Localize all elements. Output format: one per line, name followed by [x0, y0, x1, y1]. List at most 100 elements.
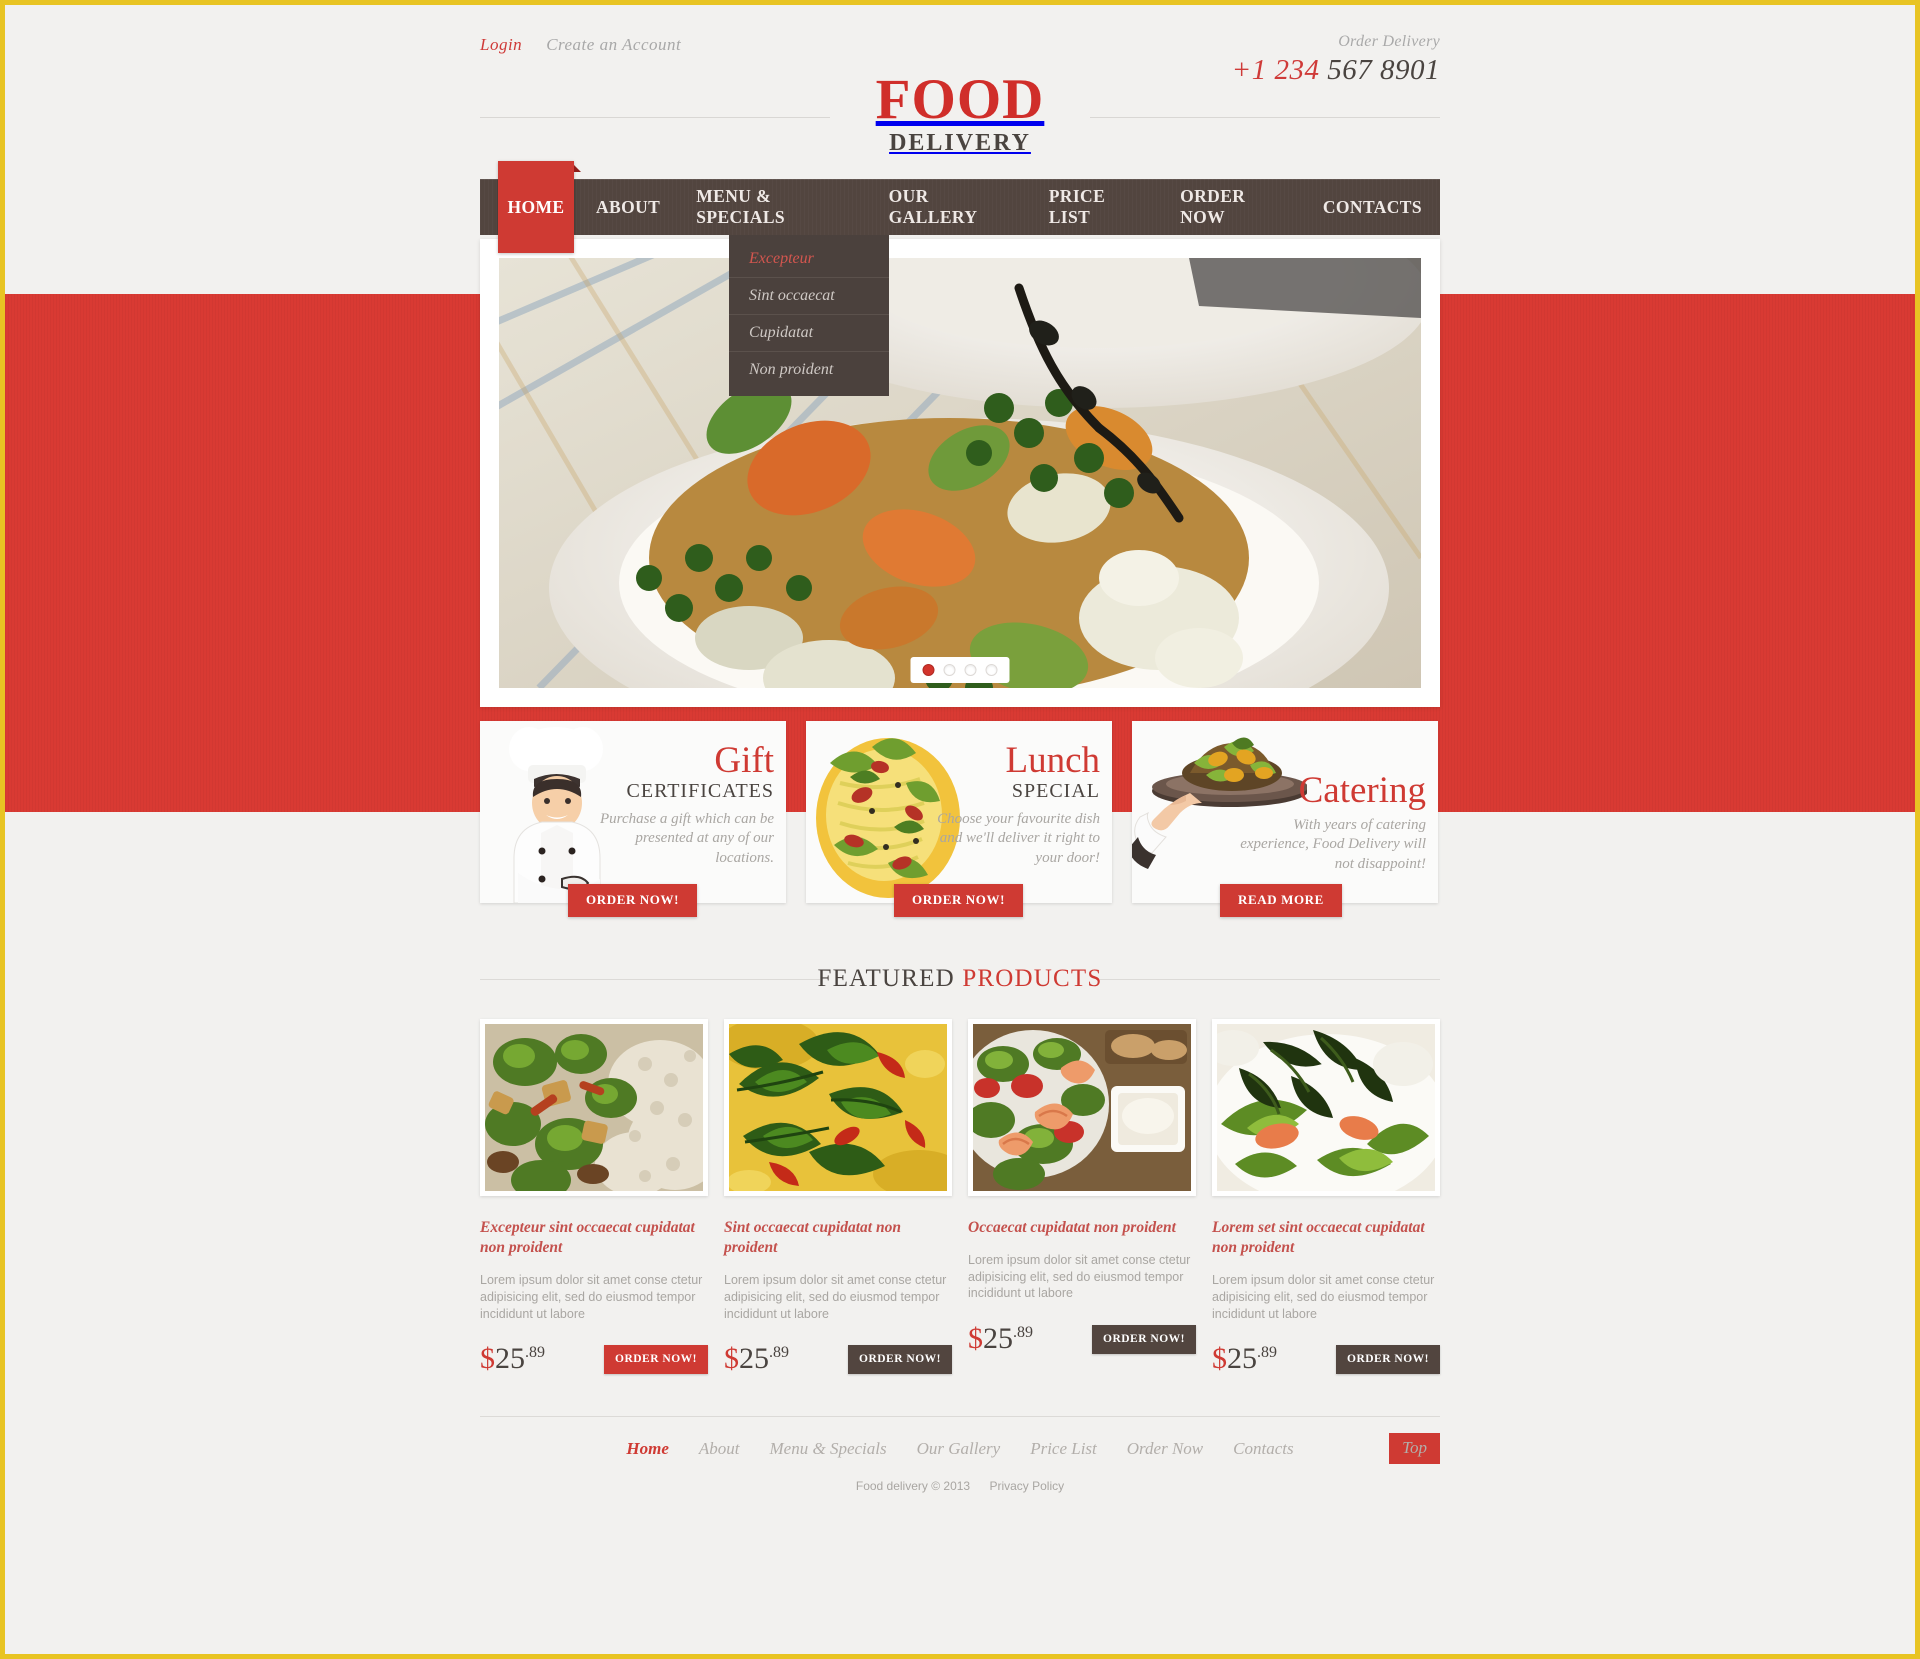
footer-link-order-now[interactable]: Order Now — [1127, 1439, 1203, 1459]
product-desc-1: Lorem ipsum dolor sit amet conse ctetur … — [480, 1273, 703, 1321]
site-logo[interactable]: FOOD DELIVERY — [862, 68, 1059, 156]
footer-copyright-row: Food delivery © 2013 Privacy Policy — [480, 1479, 1440, 1493]
product-card-4: Lorem set sint occaecat cupidatat non pr… — [1212, 1019, 1440, 1374]
product-card-3: Occaecat cupidatat non proident Lorem ip… — [968, 1019, 1196, 1374]
featured-products-grid: Excepteur sint occaecat cupidatat non pr… — [480, 1019, 1440, 1374]
product-desc-2: Lorem ipsum dolor sit amet conse ctetur … — [724, 1273, 947, 1321]
price-whole-3: 25 — [983, 1322, 1013, 1356]
product-thumb-1[interactable] — [480, 1019, 708, 1196]
product-desc-4: Lorem ipsum dolor sit amet conse ctetur … — [1212, 1273, 1435, 1321]
page-root: Login Create an Account Order Delivery +… — [5, 5, 1915, 1654]
promo-catering-button[interactable]: READ MORE — [1220, 884, 1342, 917]
product-footer-1: $25.89 ORDER NOW! — [480, 1344, 708, 1374]
slider-pagination[interactable] — [910, 657, 1010, 683]
product-order-button-2[interactable]: ORDER NOW! — [848, 1344, 952, 1374]
footer-link-home[interactable]: Home — [626, 1439, 669, 1459]
slider-image — [499, 258, 1421, 688]
logo-main-text: FOOD — [875, 68, 1045, 132]
dropdown-item-non-proident[interactable]: Non proident — [729, 352, 889, 388]
copyright-text: Food delivery © 2013 — [855, 1479, 971, 1494]
promo-boxes: Gift CERTIFICATES Purchase a gift which … — [480, 721, 1440, 917]
product-title-2[interactable]: Sint occaecat cupidatat non proident — [724, 1218, 952, 1258]
dropdown-item-sint-occaecat[interactable]: Sint occaecat — [729, 278, 889, 315]
create-account-link[interactable]: Create an Account — [546, 35, 681, 55]
product-thumb-3[interactable] — [968, 1019, 1196, 1196]
product-title-1[interactable]: Excepteur sint occaecat cupidatat non pr… — [480, 1218, 708, 1258]
promo-lunch-special: Lunch SPECIAL Choose your favourite dish… — [806, 721, 1112, 917]
product-order-button-4[interactable]: ORDER NOW! — [1336, 1344, 1440, 1374]
privacy-policy-link[interactable]: Privacy Policy — [989, 1479, 1064, 1493]
slider-dot-2[interactable] — [943, 664, 956, 676]
login-link[interactable]: Login — [480, 35, 522, 55]
promo-gift-desc: Purchase a gift which can be presented a… — [600, 811, 774, 866]
product-price-3: $25.89 — [968, 1324, 1033, 1354]
nav-bar: ABOUT MENU & SPECIALS OUR GALLERY PRICE … — [480, 179, 1440, 235]
greens-chili-image — [729, 1024, 947, 1191]
footer-link-contacts[interactable]: Contacts — [1233, 1439, 1293, 1459]
promo-gift-title: Gift — [714, 740, 774, 781]
product-card-1: Excepteur sint occaecat cupidatat non pr… — [480, 1019, 708, 1374]
product-card-2: Sint occaecat cupidatat non proident Lor… — [724, 1019, 952, 1374]
price-currency-3: $ — [968, 1322, 983, 1356]
nav-item-menu-specials[interactable]: MENU & SPECIALS — [678, 179, 870, 235]
product-order-button-3[interactable]: ORDER NOW! — [1092, 1324, 1196, 1354]
back-to-top-button[interactable]: Top — [1389, 1433, 1440, 1465]
promo-gift-subtitle: CERTIFICATES — [626, 780, 774, 803]
shrimp-salad-image — [973, 1024, 1191, 1191]
price-cents-2: .89 — [769, 1344, 789, 1362]
footer-link-price-list[interactable]: Price List — [1030, 1439, 1097, 1459]
featured-title: FEATURED PRODUCTS — [799, 965, 1120, 993]
product-thumb-4[interactable] — [1212, 1019, 1440, 1196]
featured-title-accent: PRODUCTS — [962, 965, 1103, 992]
logo-rule-left — [480, 117, 830, 118]
slider-dot-1[interactable] — [922, 664, 935, 676]
nav-item-home[interactable]: HOME — [498, 161, 581, 253]
footer-link-about[interactable]: About — [699, 1439, 740, 1459]
nav-item-price-list[interactable]: PRICE LIST — [1031, 179, 1162, 235]
content-wrapper: Login Create an Account Order Delivery +… — [480, 5, 1440, 1493]
nav-dropdown-menu: Excepteur Sint occaecat Cupidatat Non pr… — [729, 235, 889, 396]
promo-lunch-title: Lunch — [1005, 740, 1100, 781]
price-currency-1: $ — [480, 1342, 495, 1376]
promo-gift-button[interactable]: ORDER NOW! — [568, 884, 698, 917]
logo-sub-text: DELIVERY — [889, 129, 1031, 156]
footer-link-our-gallery[interactable]: Our Gallery — [917, 1439, 1001, 1459]
stir-fry-dish-image — [499, 258, 1421, 688]
nav-item-our-gallery[interactable]: OUR GALLERY — [871, 179, 1031, 235]
site-footer: Home About Menu & Specials Our Gallery P… — [480, 1433, 1440, 1493]
product-order-button-1[interactable]: ORDER NOW! — [604, 1344, 708, 1374]
featured-products-heading: FEATURED PRODUCTS — [480, 959, 1440, 999]
price-cents-4: .89 — [1257, 1344, 1277, 1362]
price-currency-4: $ — [1212, 1342, 1227, 1376]
featured-rule-right — [1100, 979, 1440, 980]
product-thumb-2[interactable] — [724, 1019, 952, 1196]
promo-lunch-text: Lunch SPECIAL Choose your favourite dish… — [925, 740, 1100, 868]
nav-items: ABOUT MENU & SPECIALS OUR GALLERY PRICE … — [574, 179, 1440, 235]
nav-item-contacts[interactable]: CONTACTS — [1305, 179, 1440, 235]
slider-dot-4[interactable] — [985, 664, 998, 676]
dropdown-item-cupidatat[interactable]: Cupidatat — [729, 315, 889, 352]
dropdown-item-excepteur[interactable]: Excepteur — [729, 241, 889, 278]
slider-dot-3[interactable] — [964, 664, 977, 676]
product-footer-3: $25.89 ORDER NOW! — [968, 1324, 1196, 1354]
product-footer-2: $25.89 ORDER NOW! — [724, 1344, 952, 1374]
price-cents-3: .89 — [1013, 1324, 1033, 1342]
order-delivery-label: Order Delivery — [1338, 33, 1440, 50]
footer-link-menu-specials[interactable]: Menu & Specials — [770, 1439, 887, 1459]
promo-catering-title: Catering — [1298, 770, 1426, 811]
nav-item-about[interactable]: ABOUT — [574, 179, 678, 235]
price-whole-1: 25 — [495, 1342, 525, 1376]
featured-title-plain: FEATURED — [817, 965, 963, 992]
featured-rule-left — [480, 979, 820, 980]
nav-item-order-now[interactable]: ORDER NOW — [1162, 179, 1305, 235]
price-whole-2: 25 — [739, 1342, 769, 1376]
product-title-3[interactable]: Occaecat cupidatat non proident — [968, 1218, 1196, 1238]
main-navigation: ABOUT MENU & SPECIALS OUR GALLERY PRICE … — [480, 161, 1440, 396]
price-cents-1: .89 — [525, 1344, 545, 1362]
promo-catering-text: Catering With years of catering experien… — [1226, 770, 1426, 874]
promo-lunch-button[interactable]: ORDER NOW! — [894, 884, 1024, 917]
product-price-1: $25.89 — [480, 1344, 545, 1374]
product-title-4[interactable]: Lorem set sint occaecat cupidatat non pr… — [1212, 1218, 1440, 1258]
grilled-dish-image — [1217, 1024, 1435, 1191]
account-links: Login Create an Account — [480, 35, 681, 55]
